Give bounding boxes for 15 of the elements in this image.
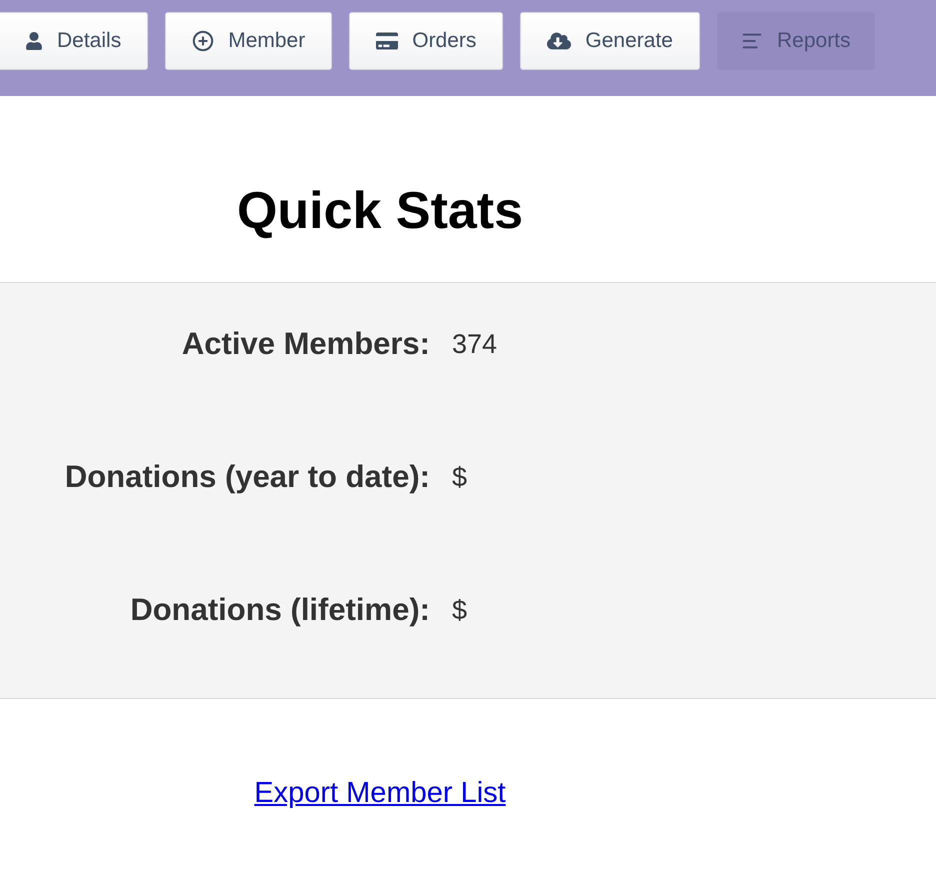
toolbar-button[interactable]: Member — [165, 12, 332, 70]
toolbar-button[interactable]: Orders — [349, 12, 504, 70]
stat-value: $ — [452, 594, 468, 628]
stat-value: 374 — [452, 328, 498, 362]
card-icon — [376, 30, 398, 52]
stat-label: Active Members: — [180, 325, 430, 364]
page-title: Quick Stats — [236, 181, 524, 242]
toolbar-button[interactable]: Details — [0, 12, 148, 70]
stat-label: Donations (lifetime): — [129, 591, 430, 630]
toolbar-button[interactable]: Generate — [520, 12, 700, 70]
export-link[interactable]: Export Member List — [254, 772, 506, 816]
user-icon — [25, 32, 43, 50]
stat-label: Donations (year to date): — [64, 458, 430, 496]
stat-value: $ — [452, 461, 468, 494]
plus-icon — [192, 30, 214, 52]
